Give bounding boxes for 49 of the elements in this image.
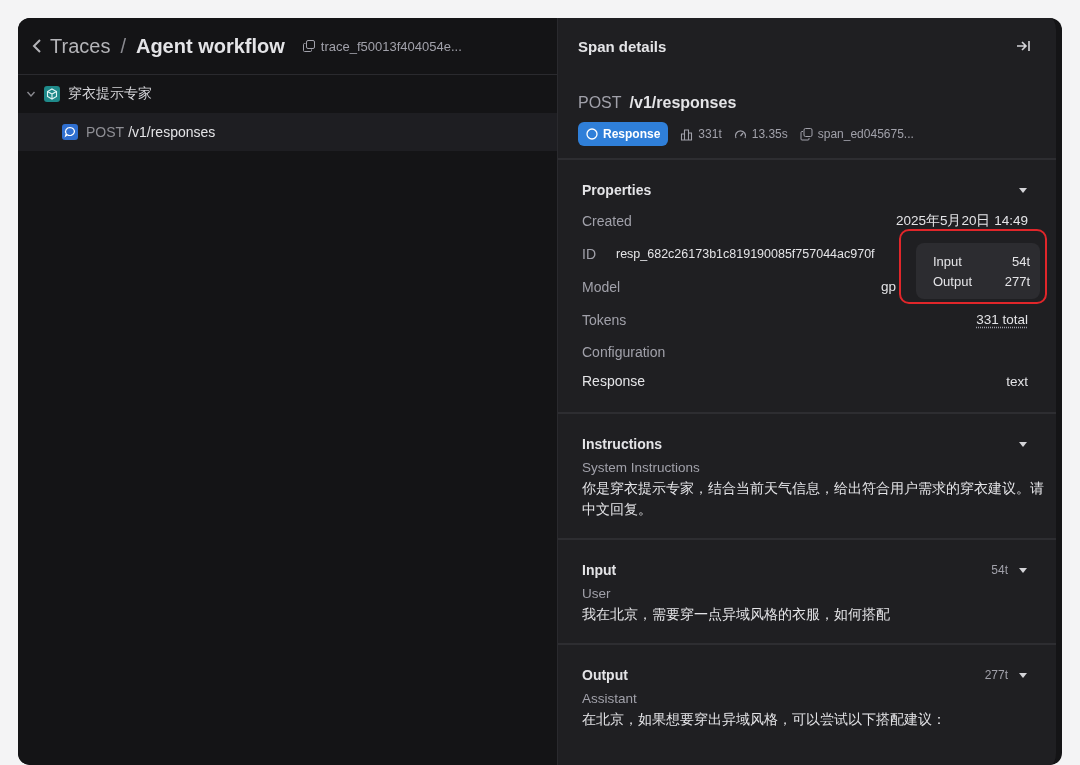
tooltip-value: 54t [1011,253,1030,269]
tree-row[interactable]: POST /v1/responses [18,113,557,151]
section-title: Instructions [582,436,663,452]
duration: 13.35s [733,127,788,141]
tooltip-label: Input [933,253,962,269]
span-title: POST /v1/responses [578,94,738,112]
property-label: Response [582,373,646,389]
panel-title: Span details [578,37,667,55]
token-count: 54t [991,563,1008,577]
token-count: 277t [984,668,1008,682]
property-value: 2025年5月20日 14:49 [895,211,1028,230]
property-value: text [1006,373,1028,389]
token-count: 331t [680,127,722,141]
property-value: resp_682c26173b1c819190085f757044ac970f [616,246,875,261]
back-chevron-icon [32,38,42,54]
response-badge: Response [578,122,669,146]
property-label: Model [582,278,621,295]
tree-row[interactable]: 穿衣提示专家 [18,75,557,113]
property-label: Tokens [582,311,627,328]
breadcrumb-separator: / [120,34,126,58]
page-title: Agent workflow [135,34,285,58]
message-role: System Instructions [582,460,701,475]
copy-icon [302,40,315,52]
property-label: Created [582,212,632,229]
collapse-panel-icon [1016,40,1030,52]
span-id: span_ed045675... [799,127,914,141]
cube-icon [44,86,60,102]
trace-id[interactable]: trace_f50013f404054e... [302,38,462,54]
property-label: ID [582,245,596,262]
property-value: gp [880,279,896,294]
collapse-panel-button[interactable] [1016,40,1030,52]
back-link[interactable]: Traces [32,34,111,58]
property-group-title: Configuration [582,344,667,362]
tree-item-label: 穿衣提示专家 [68,85,152,103]
message-role: Assistant [582,691,638,706]
gauge-icon [733,127,747,141]
tooltip-label: Output [933,273,973,289]
section-title: Input [582,562,617,578]
message-role: User [582,586,612,601]
section-title: Output [582,667,628,683]
bar-chart-icon [680,127,694,141]
tree-item-label: POST /v1/responses [86,124,216,140]
message-text: 我在北京，需要穿一点异域风格的衣服，如何搭配 [582,605,891,624]
tooltip-value: 277t [1004,273,1030,289]
copy-icon [799,127,813,141]
message-text: 你是穿衣提示专家，结合当前天气信息，给出符合用户需求的穿衣建议。请中文回复。 [582,479,1045,519]
section-title: Properties [582,182,652,198]
property-value[interactable]: 331 total [976,312,1028,327]
message-text: 在北京，如果想要穿出异域风格，可以尝试以下搭配建议： [582,710,947,729]
